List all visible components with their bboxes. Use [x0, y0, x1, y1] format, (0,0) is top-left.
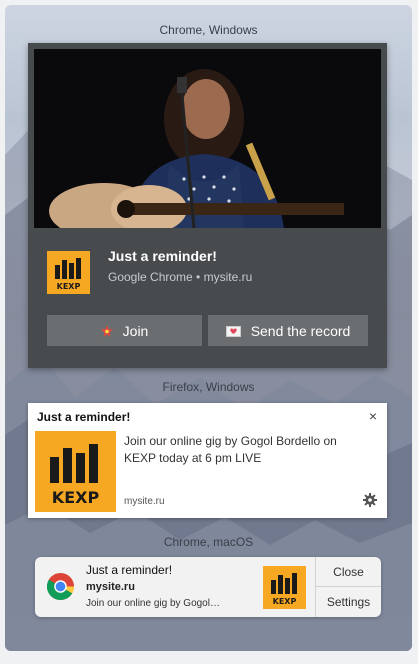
- firefox-windows-notification[interactable]: Just a reminder! × KEXP Join our online …: [28, 403, 387, 518]
- join-button[interactable]: Join: [47, 315, 202, 346]
- notification-source: Google Chrome • mysite.ru: [108, 270, 253, 284]
- settings-button[interactable]: Settings: [316, 587, 381, 617]
- notification-site: mysite.ru: [86, 581, 135, 593]
- musician-photo-image: [34, 49, 381, 228]
- envelope-heart-icon: [225, 325, 241, 337]
- notification-actions: Close Settings: [315, 557, 381, 617]
- section-label-firefox-windows: Firefox, Windows: [162, 380, 255, 394]
- svg-text:KEXP: KEXP: [273, 597, 297, 606]
- chrome-icon: [46, 572, 75, 601]
- section-label-chrome-macos: Chrome, macOS: [163, 535, 254, 549]
- notification-title: Just a reminder!: [86, 563, 173, 577]
- kexp-logo: KEXP: [263, 566, 306, 609]
- notification-site: mysite.ru: [124, 496, 165, 507]
- join-button-label: Join: [122, 322, 149, 339]
- send-record-button-label: Send the record: [250, 322, 351, 339]
- background-canvas: Chrome, Windows Firefox, Windows Chrome,…: [5, 5, 412, 651]
- notification-title: Just a reminder!: [108, 248, 217, 264]
- notification-body: Join our online gig by Gogol Bordello on…: [124, 434, 337, 465]
- kexp-logo: KEXP: [35, 431, 116, 512]
- musician-photo: [34, 49, 381, 228]
- kexp-logo: KEXP: [47, 251, 90, 294]
- notification-body: Join our online gig by Gogol…: [86, 598, 220, 609]
- close-icon[interactable]: ×: [369, 408, 377, 424]
- chrome-macos-notification[interactable]: Just a reminder! mysite.ru Join our onli…: [35, 557, 381, 617]
- section-label-chrome-windows: Chrome, Windows: [159, 23, 258, 37]
- notification-title: Just a reminder!: [37, 410, 131, 424]
- svg-text:KEXP: KEXP: [57, 282, 81, 291]
- star-icon: [100, 324, 113, 337]
- chrome-windows-notification[interactable]: KEXP Just a reminder! Google Chrome • my…: [28, 43, 387, 368]
- gear-icon[interactable]: [363, 493, 377, 507]
- svg-text:KEXP: KEXP: [52, 488, 100, 507]
- send-record-button[interactable]: Send the record: [208, 315, 368, 346]
- close-button[interactable]: Close: [316, 557, 381, 587]
